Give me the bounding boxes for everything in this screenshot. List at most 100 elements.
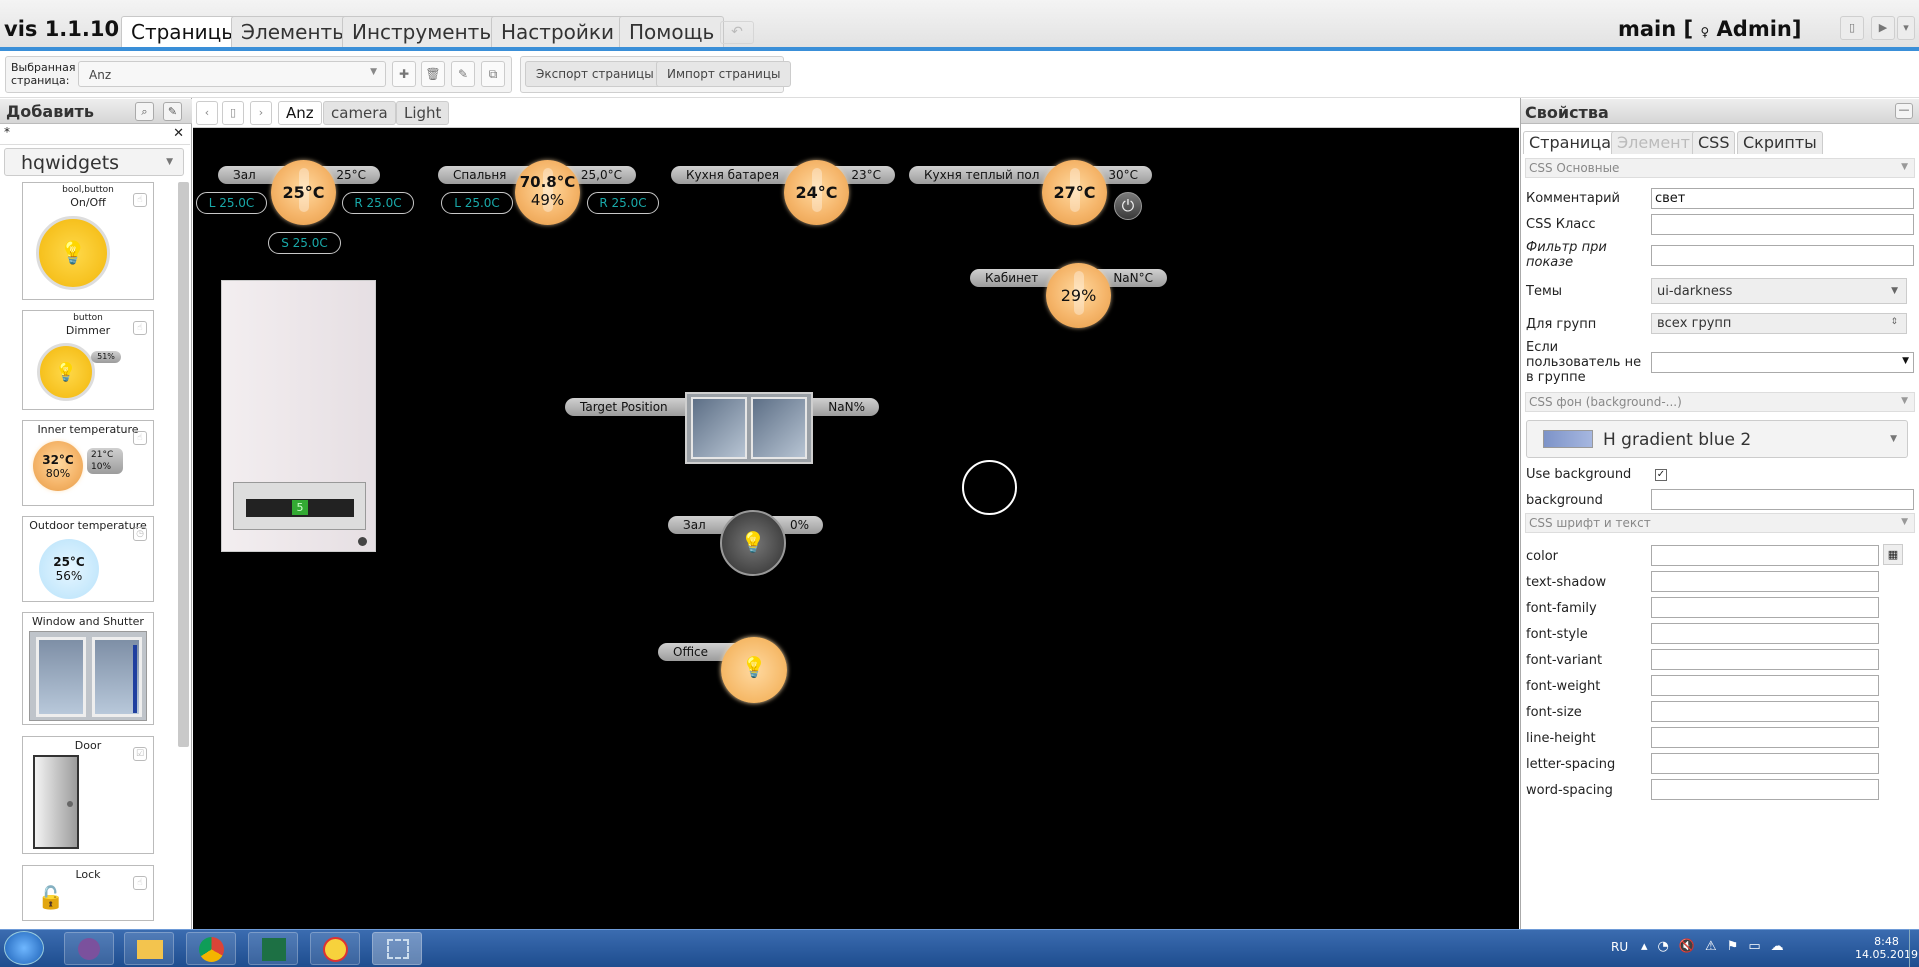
zal-left-setpoint[interactable]: L 25.0C	[196, 192, 267, 214]
spalnya-right-setpoint[interactable]: R 25.0C	[587, 192, 659, 214]
boiler-image[interactable]: 5	[221, 280, 376, 552]
explorer-icon[interactable]	[124, 932, 174, 965]
font-prop-input[interactable]	[1651, 649, 1879, 670]
widget-card-window[interactable]: Window and Shutter	[22, 612, 154, 725]
start-icon[interactable]	[4, 931, 44, 965]
color-picker-icon[interactable]: ▦	[1883, 544, 1903, 565]
delete-page-button[interactable]: 🗑	[421, 61, 445, 87]
clear-icon[interactable]: ✕	[173, 126, 184, 141]
next-view-button[interactable]: ›	[250, 101, 272, 125]
kitchen-floor-thermostat[interactable]: 27°C	[1042, 160, 1107, 225]
delete-view-button[interactable]: ▯	[222, 101, 244, 125]
font-prop-input[interactable]	[1651, 779, 1879, 800]
section-css-font[interactable]: CSS шрифт и текст ▼	[1525, 513, 1915, 533]
tray-icons[interactable]: ▴◔🔇⚠⚑▭☁	[1641, 939, 1794, 954]
props-tab-scripts[interactable]: Скрипты	[1737, 131, 1823, 154]
editor-canvas[interactable]	[193, 98, 1519, 930]
office-light-bulb-icon[interactable]: 💡	[721, 637, 787, 703]
window-widget[interactable]	[685, 392, 813, 464]
snipping-tool-icon[interactable]	[372, 932, 422, 965]
dropdown-icon-button[interactable]: ▾	[1897, 16, 1915, 40]
add-page-button[interactable]: ✚	[392, 61, 416, 87]
widget-card-lock[interactable]: Lock 🔓 ☝	[22, 865, 154, 921]
power-icon[interactable]: ⏻	[1114, 192, 1142, 220]
view-tab-light[interactable]: Light	[396, 101, 450, 125]
kitchen-battery-target: 23°C	[851, 168, 881, 182]
cssclass-input[interactable]	[1651, 214, 1914, 235]
widget-card-door[interactable]: Door ☑	[22, 736, 154, 854]
font-prop-input[interactable]	[1651, 545, 1879, 566]
minimize-icon[interactable]: —	[1895, 103, 1913, 119]
font-prop-input[interactable]	[1651, 727, 1879, 748]
widget-set-select[interactable]: hqwidgets ▼	[4, 148, 184, 176]
kitchen-floor-pill[interactable]: Кухня теплый пол 30°C	[909, 166, 1152, 184]
section-css-basic[interactable]: CSS Основные ▼	[1525, 158, 1915, 178]
export-page-button[interactable]: Экспорт страницы	[525, 61, 665, 87]
rename-page-button[interactable]: ✎	[451, 61, 475, 87]
kitchen-battery-thermostat[interactable]: 24°C	[784, 160, 849, 225]
font-prop-input[interactable]	[1651, 701, 1879, 722]
font-prop-input[interactable]	[1651, 571, 1879, 592]
background-input[interactable]	[1651, 489, 1914, 510]
view-tab-anz[interactable]: Anz	[278, 101, 322, 125]
widget-card-onoff[interactable]: bool,button On/Off 💡 ☝	[22, 182, 154, 300]
excel-icon[interactable]	[248, 932, 298, 965]
window-pane-right	[751, 397, 807, 459]
comment-input[interactable]: свет	[1651, 188, 1914, 209]
undo-button[interactable]: ↶	[720, 21, 754, 44]
import-page-button[interactable]: Импорт страницы	[656, 61, 792, 87]
tab-tools[interactable]: Инструменты	[342, 16, 506, 47]
font-prop-input[interactable]	[1651, 675, 1879, 696]
widget-card-outdoor-temp[interactable]: Outdoor temperature 25°C 56% ◷	[22, 516, 154, 602]
tab-help[interactable]: Помощь	[619, 16, 725, 47]
search-icon[interactable]: ⌕	[135, 102, 154, 121]
view-tab-camera[interactable]: camera	[323, 101, 396, 125]
zal-right-setpoint[interactable]: R 25.0C	[342, 192, 414, 214]
use-background-checkbox[interactable]: ✓	[1655, 469, 1667, 481]
kitchen-floor-temp: 27°C	[1053, 183, 1096, 202]
tag-icon[interactable]: ✎	[163, 102, 182, 121]
filter-input[interactable]	[1651, 245, 1914, 266]
show-desktop-button[interactable]	[1909, 929, 1919, 967]
chrome-icon[interactable]	[186, 932, 236, 965]
prev-view-button[interactable]: ‹	[196, 101, 218, 125]
widget-card-dimmer[interactable]: button Dimmer 💡 51% ☝	[22, 310, 154, 410]
window-target-value: NaN%	[828, 400, 865, 414]
filter-value: *	[4, 125, 10, 139]
widget-card-inner-temp[interactable]: Inner temperature 32°C 80% 21°C 10% ☝	[22, 420, 154, 506]
palette-scrollbar[interactable]	[178, 182, 189, 747]
copy-page-button[interactable]: ⧉	[481, 61, 505, 87]
section-title: CSS фон (background-...)	[1529, 395, 1682, 409]
zal-s-setpoint[interactable]: S 25.0C	[268, 232, 341, 254]
language-indicator[interactable]: RU	[1611, 940, 1628, 954]
theme-select[interactable]: ui-darkness ▼	[1651, 278, 1907, 304]
card-setpoints: 21°C 10%	[87, 448, 123, 474]
font-prop-input[interactable]	[1651, 753, 1879, 774]
viber-icon[interactable]	[64, 932, 114, 965]
props-tab-element[interactable]: Элемент	[1611, 131, 1696, 154]
zal-light-bulb-icon[interactable]: 💡	[720, 510, 786, 576]
1c-icon[interactable]	[310, 932, 360, 965]
tab-pages[interactable]: Страницы	[121, 16, 248, 47]
kitchen-battery-pill[interactable]: Кухня батарея 23°C	[671, 166, 895, 184]
page-select[interactable]: Anz ▼	[78, 61, 386, 87]
groups-select[interactable]: всех групп ⇕	[1651, 313, 1907, 334]
font-prop-input[interactable]	[1651, 597, 1879, 618]
spalnya-left-setpoint[interactable]: L 25.0C	[441, 192, 513, 214]
tab-settings[interactable]: Настройки	[491, 16, 624, 47]
zal-thermostat[interactable]: 25°C	[271, 160, 336, 225]
not-in-group-select[interactable]: ▼	[1651, 352, 1914, 373]
font-prop-input[interactable]	[1651, 623, 1879, 644]
tab-elements[interactable]: Элементы	[231, 16, 358, 47]
section-css-background[interactable]: CSS фон (background-...) ▼	[1525, 392, 1915, 412]
palette-filter-input[interactable]: * ✕	[0, 125, 190, 145]
run-icon-button[interactable]: ▶	[1871, 16, 1895, 40]
window-icon-button[interactable]: ▯	[1840, 16, 1864, 40]
props-tab-page[interactable]: Страница	[1523, 131, 1618, 154]
props-tab-css[interactable]: CSS	[1692, 131, 1736, 154]
chevron-down-icon: ▼	[1901, 517, 1908, 527]
cabinet-thermostat[interactable]: 29%	[1046, 263, 1111, 328]
spalnya-thermostat[interactable]: 70.8°C 49%	[515, 160, 580, 225]
gradient-select[interactable]: H gradient blue 2 ▼	[1526, 420, 1908, 458]
not-in-group-label: Если пользователь не в группе	[1526, 340, 1641, 385]
